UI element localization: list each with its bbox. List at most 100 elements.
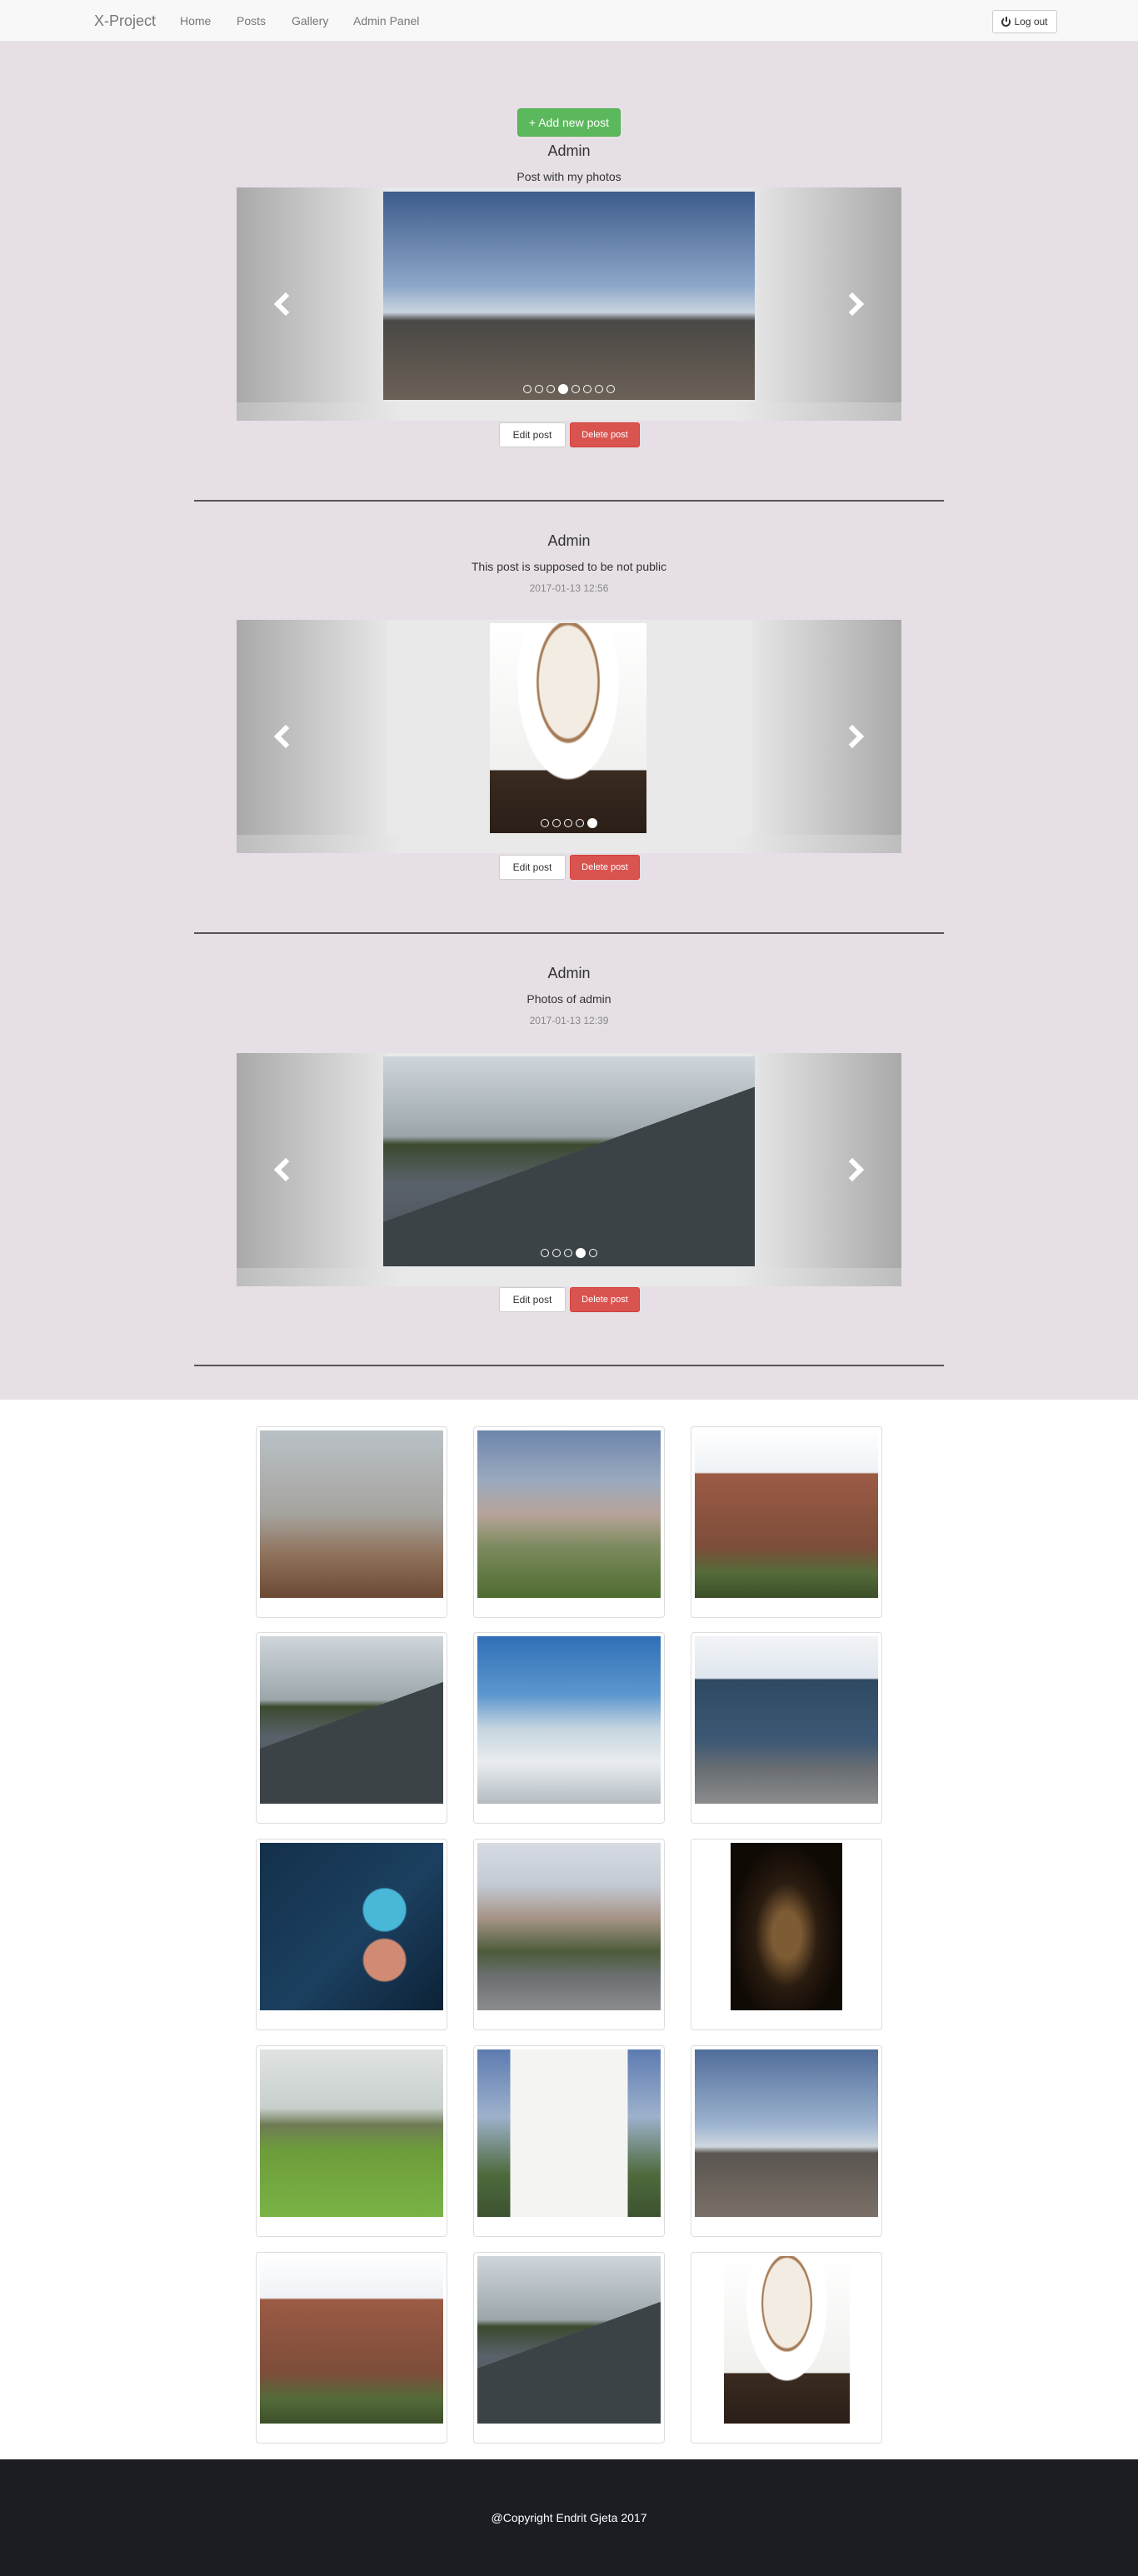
post-author: Admin (547, 142, 591, 159)
gallery-thumbnail[interactable] (473, 1632, 665, 1824)
chevron-right-icon[interactable] (843, 1153, 868, 1186)
carousel-indicator-dot[interactable] (576, 1248, 586, 1258)
nav-home-link[interactable]: Home (180, 14, 211, 27)
post-carousel (237, 1053, 901, 1286)
carousel-indicator-dot[interactable] (589, 1249, 597, 1257)
carousel-indicator-dot[interactable] (564, 819, 572, 827)
carousel-right-shade (751, 620, 901, 853)
carousel-indicator-dot[interactable] (547, 385, 555, 393)
add-new-post-button[interactable]: + Add new post (517, 108, 621, 137)
church-image (260, 2256, 443, 2424)
carousel-indicators (237, 1248, 901, 1258)
post-divider (194, 1365, 944, 1366)
gallery-thumbnail[interactable] (256, 1839, 447, 2030)
dark-portrait-image (731, 1843, 842, 2010)
carousel-slide-image (490, 623, 646, 833)
carousel-bottom-shade (237, 402, 901, 421)
logout-label: Log out (1014, 16, 1048, 27)
cappuccino-image (724, 2256, 850, 2424)
post-text: Photos of admin (527, 992, 611, 1006)
grassy-hills-image (260, 2049, 443, 2217)
gallery-thumbnail[interactable] (256, 1426, 447, 1618)
chevron-right-icon[interactable] (843, 287, 868, 321)
seaside-promenade-image (695, 2049, 878, 2217)
posts-section: + Add new post Admin Post with my photos… (0, 42, 1138, 1400)
longboard-road-image (260, 1636, 443, 1804)
longboard-road-image (383, 1056, 755, 1266)
edit-post-button[interactable]: Edit post (499, 422, 566, 447)
chevron-left-icon[interactable] (270, 1153, 295, 1186)
post-text: Post with my photos (517, 170, 621, 183)
nav-posts-link[interactable]: Posts (237, 14, 266, 27)
power-icon (1001, 16, 1011, 27)
gallery-thumbnail[interactable] (473, 2252, 665, 2444)
carousel-slide-image (383, 1056, 755, 1266)
brand-link[interactable]: X-Project (94, 12, 156, 30)
carousel-indicator-dot[interactable] (541, 1249, 549, 1257)
post-date: 2017-01-13 12:56 (529, 582, 609, 594)
cliff-mountain-image (477, 1636, 661, 1804)
carousel-indicator-dot[interactable] (583, 385, 591, 393)
post-text: This post is supposed to be not public (471, 560, 667, 573)
navbar: X-Project Home Posts Gallery Admin Panel… (0, 0, 1138, 42)
gallery-thumbnail[interactable] (691, 1839, 882, 2030)
post-carousel (237, 187, 901, 421)
post-author: Admin (547, 532, 591, 549)
gallery-thumbnail[interactable] (256, 1632, 447, 1824)
delete-post-button[interactable]: Delete post (570, 855, 640, 880)
monument-image (477, 2049, 661, 2217)
cappuccino-image (490, 623, 646, 833)
carousel-bottom-shade (237, 835, 901, 853)
post-carousel (237, 620, 901, 853)
gallery-thumbnail[interactable] (691, 2045, 882, 2237)
edit-post-button[interactable]: Edit post (499, 855, 566, 880)
gallery-thumbnail[interactable] (691, 1426, 882, 1618)
post-divider (194, 932, 944, 934)
gallery-thumbnail[interactable] (256, 2252, 447, 2444)
carousel-indicator-dot[interactable] (595, 385, 603, 393)
carousel-indicator-dot[interactable] (523, 385, 532, 393)
street-building-image (477, 1843, 661, 2010)
logout-button[interactable]: Log out (992, 10, 1057, 33)
gallery-thumbnail[interactable] (256, 2045, 447, 2237)
delete-post-button[interactable]: Delete post (570, 422, 640, 447)
footer-copyright: @Copyright Endrit Gjeta 2017 (491, 2511, 647, 2524)
foggy-lake-image (260, 1430, 443, 1598)
church-image (695, 1430, 878, 1598)
carousel-indicator-dot[interactable] (576, 819, 584, 827)
carousel-indicator-dot[interactable] (552, 1249, 561, 1257)
gallery-thumbnail[interactable] (473, 1839, 665, 2030)
post-author: Admin (547, 965, 591, 981)
gallery-thumbnail[interactable] (473, 2045, 665, 2237)
carousel-indicator-dot[interactable] (552, 819, 561, 827)
carousel-indicator-dot[interactable] (558, 384, 568, 394)
footer: @Copyright Endrit Gjeta 2017 (0, 2459, 1138, 2576)
chevron-left-icon[interactable] (270, 287, 295, 321)
chevron-right-icon[interactable] (843, 720, 868, 753)
nav-gallery-link[interactable]: Gallery (292, 14, 328, 27)
carousel-slide-image (383, 192, 755, 400)
gallery-thumbnail[interactable] (691, 1632, 882, 1824)
carousel-indicator-dot[interactable] (535, 385, 543, 393)
gallery-thumbnail[interactable] (473, 1426, 665, 1618)
carousel-bottom-shade (237, 1268, 901, 1286)
city-view-image (477, 1430, 661, 1598)
edit-post-button[interactable]: Edit post (499, 1287, 566, 1312)
carousel-indicator-dot[interactable] (571, 385, 580, 393)
hotel-building-image (695, 1636, 878, 1804)
seaside-promenade-image (383, 192, 755, 400)
chevron-left-icon[interactable] (270, 720, 295, 753)
brain-hands-image (260, 1843, 443, 2010)
carousel-indicator-dot[interactable] (564, 1249, 572, 1257)
carousel-left-shade (237, 620, 387, 853)
carousel-indicator-dot[interactable] (587, 818, 597, 828)
longboard-road-image (477, 2256, 661, 2424)
delete-post-button[interactable]: Delete post (570, 1287, 640, 1312)
carousel-indicator-dot[interactable] (606, 385, 615, 393)
carousel-indicator-dot[interactable] (541, 819, 549, 827)
gallery-thumbnail[interactable] (691, 2252, 882, 2444)
nav-admin-panel-link[interactable]: Admin Panel (353, 14, 419, 27)
post-date: 2017-01-13 12:39 (529, 1015, 609, 1026)
carousel-indicators (237, 818, 901, 828)
post-divider (194, 500, 944, 502)
